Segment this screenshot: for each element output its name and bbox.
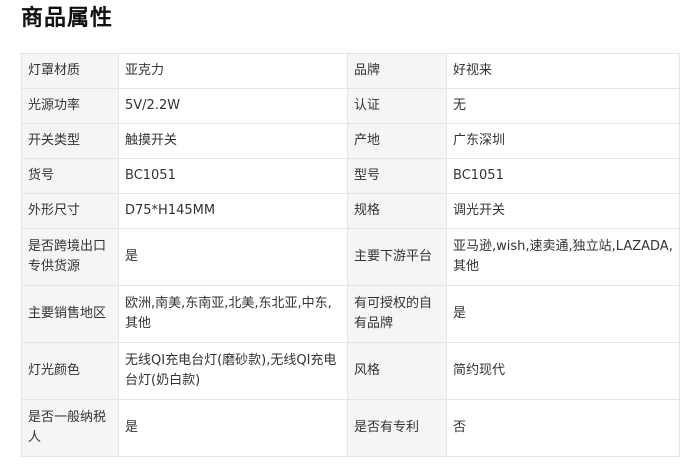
attr-value: 否 bbox=[446, 399, 680, 457]
attr-value: 无线QI充电台灯(磨砂款),无线QI充电台灯(奶白款) bbox=[118, 342, 348, 400]
attr-label: 认证 bbox=[347, 88, 447, 124]
table-row: 灯光颜色 无线QI充电台灯(磨砂款),无线QI充电台灯(奶白款) 风格 简约现代 bbox=[21, 342, 680, 400]
table-row: 外形尺寸 D75*H145MM 规格 调光开关 bbox=[21, 193, 680, 229]
attr-label: 是否跨境出口专供货源 bbox=[21, 228, 119, 286]
attr-value: 简约现代 bbox=[446, 342, 680, 400]
attr-label: 主要销售地区 bbox=[21, 285, 119, 343]
attr-label: 是否有专利 bbox=[347, 399, 447, 457]
attr-label: 是否一般纳税人 bbox=[21, 399, 119, 457]
attr-label: 货号 bbox=[21, 158, 119, 194]
table-row: 是否一般纳税人 是 是否有专利 否 bbox=[21, 399, 680, 457]
attr-value: 调光开关 bbox=[446, 193, 680, 229]
attr-label: 产地 bbox=[347, 123, 447, 159]
attr-label: 灯罩材质 bbox=[21, 53, 119, 89]
table-row: 主要销售地区 欧洲,南美,东南亚,北美,东北亚,中东,其他 有可授权的自有品牌 … bbox=[21, 285, 680, 343]
attr-label: 风格 bbox=[347, 342, 447, 400]
attr-label: 光源功率 bbox=[21, 88, 119, 124]
attr-label: 有可授权的自有品牌 bbox=[347, 285, 447, 343]
attr-value: 是 bbox=[446, 285, 680, 343]
attr-label: 品牌 bbox=[347, 53, 447, 89]
attr-label: 外形尺寸 bbox=[21, 193, 119, 229]
attr-value: 广东深圳 bbox=[446, 123, 680, 159]
attr-value: 是 bbox=[118, 228, 348, 286]
section-title: 商品属性 bbox=[21, 6, 114, 31]
table-row: 是否跨境出口专供货源 是 主要下游平台 亚马逊,wish,速卖通,独立站,LAZ… bbox=[21, 228, 680, 286]
attr-label: 主要下游平台 bbox=[347, 228, 447, 286]
attributes-table: 灯罩材质 亚克力 品牌 好视来 光源功率 5V/2.2W 认证 无 开关类型 触… bbox=[21, 53, 680, 457]
attr-value: 触摸开关 bbox=[118, 123, 348, 159]
attr-label: 型号 bbox=[347, 158, 447, 194]
attr-value: 好视来 bbox=[446, 53, 680, 89]
attr-value: 5V/2.2W bbox=[118, 88, 348, 124]
table-row: 光源功率 5V/2.2W 认证 无 bbox=[21, 88, 680, 124]
attr-value: 亚克力 bbox=[118, 53, 348, 89]
attr-value: D75*H145MM bbox=[118, 193, 348, 229]
attr-value: 亚马逊,wish,速卖通,独立站,LAZADA,其他 bbox=[446, 228, 680, 286]
product-attributes-page: 商品属性 灯罩材质 亚克力 品牌 好视来 光源功率 5V/2.2W 认证 无 开… bbox=[0, 0, 693, 469]
table-row: 开关类型 触摸开关 产地 广东深圳 bbox=[21, 123, 680, 159]
attr-value: 无 bbox=[446, 88, 680, 124]
attr-value: BC1051 bbox=[118, 158, 348, 194]
attr-value: BC1051 bbox=[446, 158, 680, 194]
attr-label: 规格 bbox=[347, 193, 447, 229]
attr-label: 开关类型 bbox=[21, 123, 119, 159]
attr-value: 欧洲,南美,东南亚,北美,东北亚,中东,其他 bbox=[118, 285, 348, 343]
attr-value: 是 bbox=[118, 399, 348, 457]
table-row: 货号 BC1051 型号 BC1051 bbox=[21, 158, 680, 194]
attr-label: 灯光颜色 bbox=[21, 342, 119, 400]
table-row: 灯罩材质 亚克力 品牌 好视来 bbox=[21, 53, 680, 89]
